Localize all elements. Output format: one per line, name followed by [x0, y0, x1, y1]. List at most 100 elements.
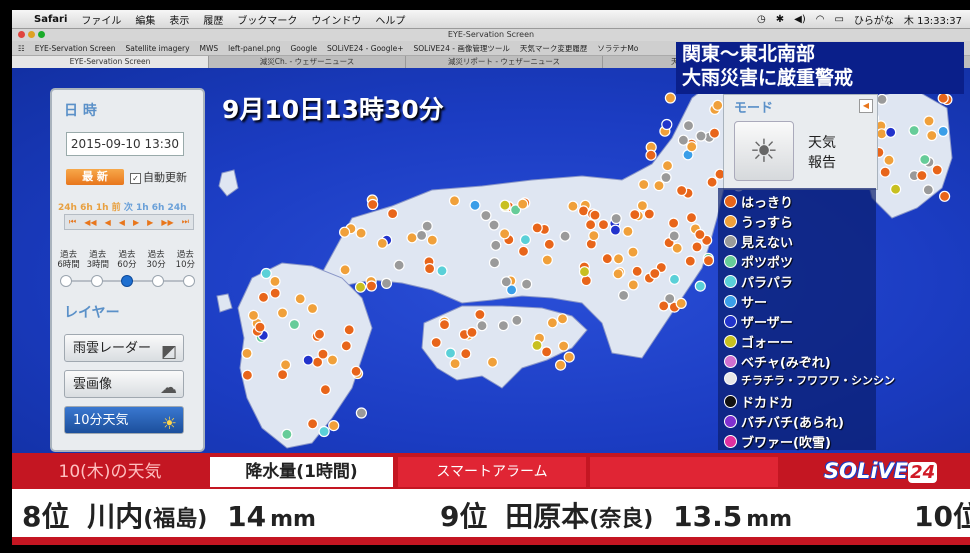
weather-report-marker[interactable] [682, 119, 695, 132]
weather-report-marker[interactable] [937, 125, 949, 138]
weather-report-marker[interactable] [306, 302, 319, 315]
period-slider-stop[interactable] [121, 275, 133, 287]
weather-report-marker[interactable] [557, 340, 570, 352]
weather-report-marker[interactable] [540, 346, 553, 358]
weather-report-marker[interactable] [658, 300, 670, 312]
weather-report-marker[interactable] [660, 171, 672, 184]
weather-report-marker[interactable] [922, 184, 934, 196]
bookmark-item[interactable]: 天気マーク変更履歴 [520, 43, 588, 54]
step-forward-button[interactable]: ▶ [133, 218, 139, 227]
weather-report-marker[interactable] [294, 293, 306, 305]
weather-report-marker[interactable] [430, 336, 442, 349]
weather-report-marker[interactable] [448, 195, 461, 207]
weather-report-marker[interactable] [627, 246, 639, 258]
weather-report-marker[interactable] [563, 351, 575, 363]
weather-report-marker[interactable] [520, 278, 533, 290]
weather-report-marker[interactable] [490, 239, 502, 251]
period-slider-stop[interactable] [60, 275, 72, 287]
weather-report-marker[interactable] [339, 226, 351, 238]
weather-report-marker[interactable] [610, 212, 622, 225]
step-forward-6h-button[interactable]: ▶▶ [161, 218, 173, 227]
bookmark-item[interactable]: MWS [200, 44, 219, 53]
weather-report-marker[interactable] [919, 153, 931, 166]
weather-report-marker[interactable] [653, 179, 665, 192]
browser-tab[interactable]: 減災リポート - ウェザーニュース [406, 56, 603, 68]
weather-report-marker[interactable] [376, 237, 388, 249]
weather-report-marker[interactable] [908, 124, 920, 137]
weather-report-marker[interactable] [926, 129, 938, 142]
menu-view[interactable]: 表示 [169, 12, 189, 27]
weather-report-marker[interactable] [578, 266, 591, 278]
weather-report-marker[interactable] [876, 128, 888, 140]
weather-report-marker[interactable] [712, 99, 724, 111]
battery-icon[interactable]: ▭ [834, 14, 843, 25]
step-back-labels[interactable]: 24h 6h 1h 前 [58, 203, 121, 213]
weather-report-marker[interactable] [260, 267, 272, 280]
weather-report-marker[interactable] [584, 219, 597, 231]
weather-report-marker[interactable] [612, 253, 625, 265]
weather-report-marker[interactable] [629, 209, 641, 221]
weather-report-marker[interactable] [438, 319, 451, 331]
weather-report-marker[interactable] [546, 317, 559, 329]
weather-report-marker[interactable] [340, 340, 352, 352]
weather-report-marker[interactable] [567, 200, 579, 212]
weather-report-marker[interactable] [269, 287, 281, 299]
weather-report-marker[interactable] [627, 279, 639, 291]
weather-report-marker[interactable] [937, 92, 949, 104]
weather-report-marker[interactable] [302, 354, 314, 366]
menubar-clock[interactable]: 木 13:33:37 [904, 12, 962, 27]
weather-report-marker[interactable] [580, 275, 592, 287]
weather-report-marker[interactable] [916, 169, 928, 182]
bookmark-item[interactable]: left-panel.png [228, 44, 280, 53]
weather-report-marker[interactable] [597, 219, 610, 231]
weather-report-marker[interactable] [556, 313, 569, 325]
weather-report-marker[interactable] [601, 253, 613, 265]
cloud-image-layer-button[interactable]: 雲画像 ☁ [64, 370, 184, 398]
weather-report-marker[interactable] [671, 242, 683, 254]
zoom-window-button[interactable] [38, 31, 45, 38]
weather-report-marker[interactable] [517, 245, 530, 257]
weather-report-marker[interactable] [885, 126, 897, 138]
weather-report-marker[interactable] [424, 263, 436, 275]
weather-report-marker[interactable] [677, 134, 690, 146]
collapse-arrow-icon[interactable]: ◀ [859, 99, 873, 113]
weather-report-marker[interactable] [543, 238, 555, 250]
weather-report-marker[interactable] [460, 348, 472, 360]
wifi-icon[interactable]: ◠ [816, 14, 825, 25]
period-slider[interactable] [60, 275, 195, 287]
weather-report-marker[interactable] [554, 359, 567, 371]
weather-report-marker[interactable] [497, 320, 509, 332]
weather-report-marker[interactable] [588, 230, 600, 242]
weather-report-marker[interactable] [241, 347, 253, 359]
step-back-24h-button[interactable]: ⏮ [69, 217, 76, 227]
bookmark-item[interactable]: EYE-Servation Screen [35, 44, 116, 53]
weather-report-marker[interactable] [480, 209, 492, 222]
weather-report-mode-icon[interactable]: ☀ [734, 121, 794, 181]
weather-report-marker[interactable] [421, 220, 433, 232]
weather-report-marker[interactable] [339, 264, 351, 276]
weather-report-marker[interactable] [365, 280, 378, 292]
weather-report-marker[interactable] [476, 320, 488, 332]
weather-report-marker[interactable] [355, 227, 367, 239]
browser-tab[interactable]: 減災Ch. - ウェザーニュース [209, 56, 406, 68]
menu-app-safari[interactable]: Safari [34, 14, 67, 25]
weather-report-marker[interactable] [668, 230, 680, 242]
weather-report-marker[interactable] [387, 208, 399, 220]
weather-report-marker[interactable] [517, 198, 529, 210]
menu-history[interactable]: 履歴 [203, 12, 223, 27]
weather-report-marker[interactable] [695, 130, 707, 142]
weather-report-marker[interactable] [661, 160, 674, 172]
weather-report-marker[interactable] [638, 178, 650, 191]
weather-report-marker[interactable] [288, 318, 300, 331]
weather-report-marker[interactable] [241, 369, 253, 381]
weather-report-marker[interactable] [319, 384, 331, 396]
weather-report-marker[interactable] [675, 297, 687, 309]
weather-report-marker[interactable] [708, 127, 721, 139]
weather-report-marker[interactable] [649, 267, 661, 280]
weather-report-marker[interactable] [500, 276, 512, 288]
weather-report-marker[interactable] [307, 418, 319, 430]
bookmark-item[interactable]: Satellite imagery [126, 44, 190, 53]
volume-icon[interactable]: ◀) [794, 14, 806, 25]
weather-report-marker[interactable] [474, 308, 486, 321]
weather-report-marker[interactable] [694, 228, 706, 241]
